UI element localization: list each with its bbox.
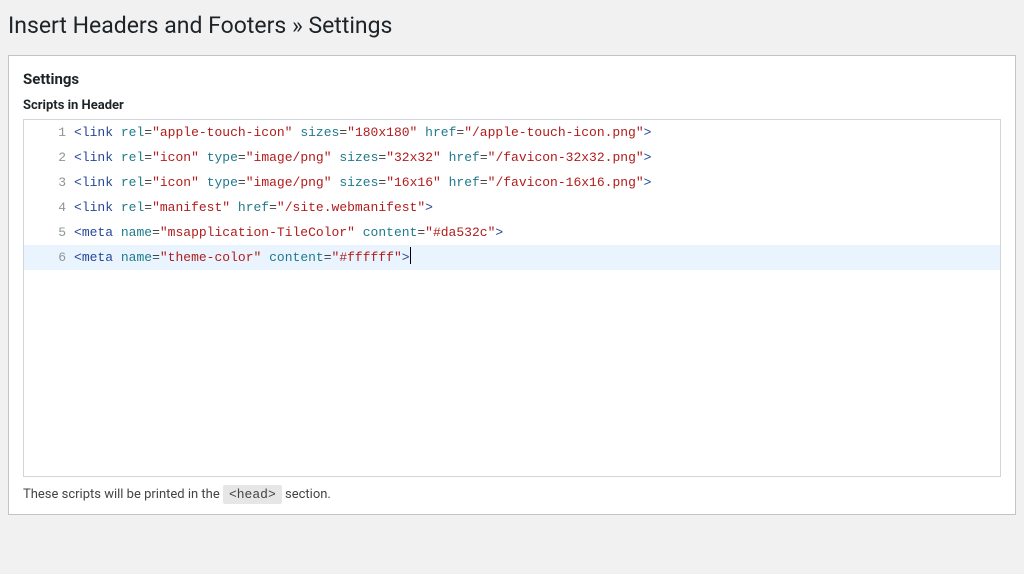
code-content[interactable]: <link rel="icon" type="image/png" sizes=…	[74, 145, 1000, 170]
code-content[interactable]: <link rel="icon" type="image/png" sizes=…	[74, 170, 1000, 195]
code-line[interactable]: 6<meta name="theme-color" content="#ffff…	[24, 245, 1000, 270]
header-scripts-editor[interactable]: 1<link rel="apple-touch-icon" sizes="180…	[23, 119, 1001, 477]
line-number: 3	[24, 170, 74, 195]
panel-heading: Settings	[9, 56, 1015, 98]
settings-page: Insert Headers and Footers » Settings Se…	[0, 12, 1024, 523]
code-line[interactable]: 3<link rel="icon" type="image/png" sizes…	[24, 170, 1000, 195]
code-line[interactable]: 2<link rel="icon" type="image/png" sizes…	[24, 145, 1000, 170]
help-text-after: section.	[285, 487, 331, 502]
line-number: 6	[24, 245, 74, 270]
code-content[interactable]: <meta name="theme-color" content="#fffff…	[74, 245, 1000, 270]
panel-body: Scripts in Header 1<link rel="apple-touc…	[9, 98, 1015, 514]
line-number: 4	[24, 195, 74, 220]
code-content[interactable]: <link rel="manifest" href="/site.webmani…	[74, 195, 1000, 220]
header-scripts-help: These scripts will be printed in the <he…	[23, 487, 1001, 502]
code-line[interactable]: 4<link rel="manifest" href="/site.webman…	[24, 195, 1000, 220]
text-caret	[410, 247, 411, 264]
help-code-head: <head>	[223, 485, 282, 504]
scripts-in-header-label: Scripts in Header	[23, 98, 1001, 113]
code-line[interactable]: 5<meta name="msapplication-TileColor" co…	[24, 220, 1000, 245]
line-number: 5	[24, 220, 74, 245]
code-content[interactable]: <link rel="apple-touch-icon" sizes="180x…	[74, 120, 1000, 145]
page-title: Insert Headers and Footers » Settings	[8, 12, 1016, 39]
settings-panel: Settings Scripts in Header 1<link rel="a…	[8, 55, 1016, 515]
line-number: 1	[24, 120, 74, 145]
help-text-before: These scripts will be printed in the	[23, 487, 223, 502]
code-line[interactable]: 1<link rel="apple-touch-icon" sizes="180…	[24, 120, 1000, 145]
code-content[interactable]: <meta name="msapplication-TileColor" con…	[74, 220, 1000, 245]
line-number: 2	[24, 145, 74, 170]
